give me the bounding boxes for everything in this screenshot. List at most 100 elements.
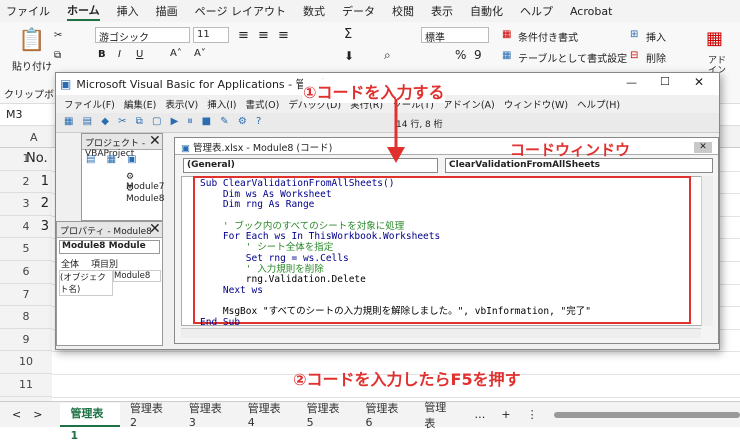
fill-icon[interactable]: ⬇ — [344, 49, 354, 63]
excel-menu-10[interactable]: ヘルプ — [520, 3, 553, 19]
code-window-icon: ▣ — [181, 143, 193, 154]
tab-next-button[interactable]: > — [33, 408, 60, 421]
find-icon[interactable]: ⌕ — [384, 48, 391, 63]
font-name-select[interactable]: 游ゴシック — [95, 27, 190, 44]
properties-tab-alphabetic[interactable]: 全体 — [61, 257, 79, 270]
code-vertical-scrollbar[interactable] — [701, 176, 713, 326]
insert-cells-icon: ⊞ — [630, 29, 639, 40]
excel-menu-1[interactable]: ホーム — [67, 2, 100, 21]
comma-button[interactable]: 9 — [474, 48, 482, 62]
tab-prev-button[interactable]: < — [0, 408, 33, 421]
properties-panel-close-icon[interactable]: ✕ — [149, 221, 161, 237]
add-sheet-button[interactable]: + — [493, 408, 518, 421]
table-format-button[interactable]: テーブルとして書式設定 — [518, 50, 627, 65]
row-header-5[interactable]: 5 — [0, 238, 52, 261]
row-header-10[interactable]: 10 — [0, 351, 52, 374]
row-header-8[interactable]: 8 — [0, 306, 52, 329]
paste-icon[interactable]: 📋 — [18, 28, 45, 53]
font-shrink-button[interactable]: A˅ — [194, 48, 206, 59]
sheet-tab-4[interactable]: 管理表5 — [297, 400, 356, 429]
maximize-icon[interactable]: ☐ — [660, 75, 670, 88]
row-header-9[interactable]: 9 — [0, 328, 52, 352]
row-header-6[interactable]: 6 — [0, 261, 52, 284]
cell-a2[interactable]: 1 — [27, 174, 49, 189]
tree-item-module8[interactable]: ⚙ Module8 — [126, 184, 164, 204]
sheet-tab-2[interactable]: 管理表3 — [179, 400, 238, 429]
property-name-key: (オブジェクト名) — [59, 270, 113, 296]
properties-panel-title: プロパティ - Module8 — [57, 222, 162, 238]
step2-annotation: ②コードを入力したらF5を押す — [293, 370, 521, 389]
insert-cells-button[interactable]: 挿入 — [646, 29, 666, 44]
code-text[interactable]: Sub ClearValidationFromAllSheets() Dim w… — [196, 176, 691, 327]
paste-label[interactable]: 貼り付け — [12, 58, 52, 73]
row-header-7[interactable]: 7 — [0, 283, 52, 307]
excel-menu-4[interactable]: ページ レイアウト — [195, 3, 286, 19]
name-box[interactable]: M3 — [6, 108, 23, 121]
toolbar-icons[interactable]: ▦ ▤ ◆ ✂ ⧉ ▢ ▶ ⏸ ■ ✎ ⚙ ? — [64, 116, 264, 127]
excel-menu-5[interactable]: 数式 — [303, 3, 325, 19]
code-horizontal-scrollbar[interactable] — [181, 328, 701, 338]
cut-icon[interactable]: ✂ — [54, 30, 62, 41]
property-name-value[interactable]: Module8 — [113, 270, 161, 282]
sheet-tab-1[interactable]: 管理表2 — [120, 400, 179, 429]
minimize-icon[interactable]: — — [626, 76, 637, 89]
copy-icon[interactable]: ⧉ — [54, 50, 61, 61]
excel-menu-bar: ファイル ホーム 挿入 描画 ページ レイアウト 数式 データ 校閲 表示 自動化 ヘルプ Acrob… — [0, 0, 740, 22]
tab-more-button[interactable]: … — [466, 408, 493, 421]
cell-a3[interactable]: 2 — [27, 196, 49, 211]
code-line: rng.Validation.Delete — [200, 274, 366, 286]
row-header-11[interactable]: 11 — [0, 374, 52, 397]
delete-cells-button[interactable]: 削除 — [646, 50, 666, 65]
sheet-tab-3[interactable]: 管理表4 — [238, 400, 297, 429]
sheet-tab-0[interactable]: 管理表1 — [60, 402, 120, 442]
project-panel-close-icon[interactable]: ✕ — [149, 133, 161, 149]
tab-menu-button[interactable]: ⋮ — [519, 408, 546, 421]
procedure-dropdown[interactable]: ClearValidationFromAllSheets — [445, 158, 713, 173]
excel-menu-7[interactable]: 校閲 — [392, 3, 414, 19]
vba-menu-1[interactable]: 編集(E) — [124, 97, 156, 111]
excel-menu-11[interactable]: Acrobat — [570, 5, 612, 18]
step1-annotation: ①コードを入力する — [303, 79, 445, 103]
excel-menu-2[interactable]: 挿入 — [117, 3, 139, 19]
sheet-tab-bar: < > 管理表1 管理表2 管理表3 管理表4 管理表5 管理表6 管理表 … + ⋮ — [0, 400, 740, 442]
properties-object-select[interactable]: Module8 Module — [59, 240, 160, 254]
vba-menu-10[interactable]: ヘルプ(H) — [577, 97, 620, 111]
horizontal-scrollbar[interactable] — [553, 411, 740, 418]
percent-button[interactable]: % — [455, 48, 466, 62]
number-format-select[interactable]: 標準 — [421, 27, 489, 44]
excel-menu-0[interactable]: ファイル — [6, 3, 50, 19]
cell-a4[interactable]: 3 — [27, 219, 49, 234]
bold-button[interactable]: B — [98, 49, 106, 60]
font-grow-button[interactable]: A˄ — [170, 48, 182, 59]
font-size-select[interactable]: 11 — [193, 27, 229, 43]
vba-menu-4[interactable]: 書式(O) — [245, 97, 279, 111]
align-left-icon[interactable]: ≡ — [238, 28, 249, 43]
code-window-close-icon[interactable]: ✕ — [694, 142, 712, 153]
properties-panel: プロパティ - Module8 Module8 Module 全体 項目別 (オ… — [56, 221, 163, 346]
align-center-icon[interactable]: ≡ — [258, 28, 269, 43]
column-header-a[interactable]: A — [30, 131, 38, 144]
underline-button[interactable]: U — [136, 49, 143, 60]
excel-menu-6[interactable]: データ — [342, 3, 375, 19]
align-right-icon[interactable]: ≡ — [278, 28, 289, 43]
excel-menu-9[interactable]: 自動化 — [470, 3, 503, 19]
code-line: End Sub — [200, 316, 241, 328]
vba-menu-9[interactable]: ウィンドウ(W) — [504, 97, 568, 111]
vba-menu-3[interactable]: 挿入(I) — [207, 97, 236, 111]
properties-tab-category[interactable]: 項目別 — [91, 257, 118, 270]
addin-icon[interactable]: ▦ — [706, 28, 723, 49]
excel-menu-8[interactable]: 表示 — [431, 3, 453, 19]
vba-menu-2[interactable]: 表示(V) — [165, 97, 198, 111]
vba-menu-0[interactable]: ファイル(F) — [64, 97, 115, 111]
sum-icon[interactable]: Σ — [344, 27, 352, 42]
vba-menu-8[interactable]: アドイン(A) — [443, 97, 495, 111]
project-toolbar-icons[interactable]: ▤ ▦ ▣ — [86, 154, 141, 165]
italic-button[interactable]: I — [118, 49, 121, 60]
excel-menu-3[interactable]: 描画 — [156, 3, 178, 19]
conditional-format-icon: ▦ — [502, 29, 512, 40]
cell-a1[interactable]: No. — [26, 151, 48, 166]
conditional-format-button[interactable]: 条件付き書式 — [518, 29, 578, 44]
sheet-tab-5[interactable]: 管理表6 — [355, 400, 414, 429]
sheet-tab-6[interactable]: 管理表 — [414, 399, 466, 431]
close-icon[interactable]: ✕ — [694, 75, 704, 89]
